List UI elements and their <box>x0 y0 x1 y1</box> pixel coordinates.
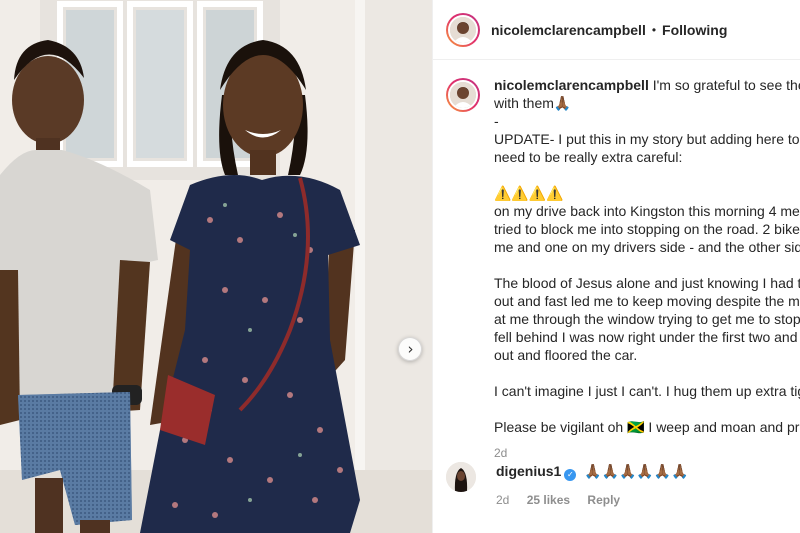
caption-line: me and one on my drivers side - and the … <box>494 239 800 255</box>
caption-line: I'm so grateful to see these <box>652 77 800 93</box>
caption-line: tried to block me into stopping on the r… <box>494 221 800 237</box>
next-photo-button[interactable]: › <box>398 337 422 361</box>
post-side-panel: nicolemclarencampbell • Following nicole… <box>432 0 800 533</box>
caption-line: at me through the window trying to get m… <box>494 311 800 327</box>
caption-line: I can't imagine I just I can't. I hug th… <box>494 383 800 399</box>
caption-username[interactable]: nicolemclarencampbell <box>494 77 649 93</box>
caption-line: on my drive back into Kingston this morn… <box>494 203 800 219</box>
caption-gap <box>494 364 800 382</box>
caption-line: UPDATE- I put this in my story but addin… <box>494 131 800 147</box>
post-caption: nicolemclarencampbell I'm so grateful to… <box>446 76 800 462</box>
caption-line: out and floored the car. <box>494 347 638 363</box>
chevron-right-icon: › <box>407 339 414 358</box>
caption-line: The blood of Jesus alone and just knowin… <box>494 275 800 291</box>
caption-line: - <box>494 113 499 129</box>
caption-gap <box>494 400 800 418</box>
caption-line: fell behind I was now right under the fi… <box>494 329 800 345</box>
comment-timestamp[interactable]: 2d <box>496 493 509 507</box>
author-username[interactable]: nicolemclarencampbell <box>491 22 646 38</box>
caption-line: out and fast led me to keep moving despi… <box>494 293 800 309</box>
separator-dot: • <box>651 22 657 37</box>
caption-author-avatar[interactable] <box>446 78 480 112</box>
comment-text: 🙏🏾🙏🏾🙏🏾🙏🏾🙏🏾🙏🏾 <box>584 463 689 479</box>
post-header: nicolemclarencampbell • Following <box>433 0 800 60</box>
post-photo: › <box>0 0 432 533</box>
comment-likes[interactable]: 25 likes <box>527 493 570 507</box>
caption-line: with them🙏🏾 <box>494 95 572 111</box>
caption-gap <box>494 166 800 184</box>
reply-button[interactable]: Reply <box>587 493 620 507</box>
commenter-username[interactable]: digenius1 <box>496 463 561 479</box>
comment-item: digenius1 ✓ 🙏🏾🙏🏾🙏🏾🙏🏾🙏🏾🙏🏾 2d 25 likes Repl… <box>446 462 689 509</box>
caption-timestamp[interactable]: 2d <box>494 444 800 462</box>
commenter-avatar[interactable] <box>446 462 476 492</box>
caption-line: ⚠️⚠️⚠️⚠️ <box>494 185 564 201</box>
caption-gap <box>494 256 800 274</box>
following-button[interactable]: Following <box>662 22 727 38</box>
caption-line: Please be vigilant oh 🇯🇲 I weep and moan… <box>494 419 800 435</box>
verified-badge-icon: ✓ <box>564 469 577 481</box>
author-avatar[interactable] <box>446 12 480 47</box>
caption-line: need to be really extra careful: <box>494 149 683 165</box>
